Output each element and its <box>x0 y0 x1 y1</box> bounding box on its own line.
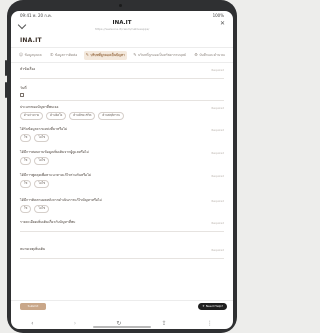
browser-header: INA.IT https://www.ina.it/cwsm/nativeapp… <box>11 20 233 34</box>
side-button <box>5 60 7 76</box>
calendar-icon[interactable] <box>20 93 24 97</box>
tab-label: บันทึกและคำนวณ <box>199 52 225 57</box>
required-tag: Required <box>211 127 224 132</box>
required-tag: Required <box>211 247 224 252</box>
edit-icon: ✎ <box>133 52 137 57</box>
tab-label: ข้อมูลการติดต่อ <box>54 52 78 57</box>
tab-bar: ☺ ข้อมูลบุคคล ✆ ข้อมูลการติดต่อ ✎ บริบทที่ถ… <box>11 49 233 61</box>
browser-title-block: INA.IT https://www.ina.it/cwsm/nativeapp… <box>11 20 233 31</box>
option-no[interactable]: ไม่ใช่ <box>34 134 50 142</box>
required-tag: Required <box>211 105 224 110</box>
status-bar: 09:41 พ. 20 ก.ค. 100% <box>11 11 233 20</box>
input-underline <box>20 100 224 101</box>
forward-icon[interactable]: › <box>74 320 76 327</box>
field-label: ได้รับข้อมูลจากแหล่งที่มาหรือไม่ <box>20 127 68 131</box>
input-underline <box>20 258 224 259</box>
page-url: https://www.ina.it/cwsm/nativeapps/ <box>94 27 150 31</box>
option-group: ใช่ ไม่ใช่ <box>20 180 50 188</box>
share-icon[interactable]: ⇪ <box>162 320 167 327</box>
required-tag: Required <box>211 220 224 225</box>
tab-person[interactable]: ☺ ข้อมูลบุคคล <box>17 51 44 60</box>
divider <box>11 47 233 48</box>
required-tag: Required <box>211 173 224 178</box>
tab-problem-context[interactable]: ✎ บริบทที่ถูกมองเป็นปัญหา <box>83 50 127 60</box>
field-label: หัวข้อเรื่อง <box>20 67 36 71</box>
option-pill[interactable]: ด้านร่างกาย <box>20 112 44 120</box>
field-label: วันที่ <box>20 86 27 90</box>
submit-button[interactable]: Submit <box>20 303 46 310</box>
field-label: หมายเหตุเพิ่มเติม <box>20 247 46 251</box>
option-pill[interactable]: ด้านจิตใจ <box>46 112 67 120</box>
option-yes[interactable]: ใช่ <box>20 134 32 142</box>
screen: 09:41 พ. 20 ก.ค. 100% INA.IT https://www… <box>11 11 233 329</box>
option-pill[interactable]: ด้านทักษะชีวิต <box>69 112 96 120</box>
field-label: รายละเอียดเพิ่มเติมเกี่ยวกับปัญหาที่พบ <box>20 220 76 224</box>
tab-resource-context[interactable]: ✎ บริบทที่ถูกมองเป็นทรัพยากรมนุษย์ <box>131 51 188 60</box>
help-button[interactable]: ✈ Need Help? <box>198 303 227 310</box>
tab-label: บริบทที่ถูกมองเป็นทรัพยากรมนุษย์ <box>138 52 186 57</box>
camera-dot <box>119 4 122 7</box>
tab-label: บริบทที่ถูกมองเป็นปัญหา <box>90 52 125 57</box>
divider <box>11 300 233 301</box>
home-indicator <box>93 326 151 328</box>
edit-icon: ✎ <box>85 52 89 57</box>
option-group: ใช่ ไม่ใช่ <box>20 205 50 213</box>
field-label: ได้มีการพูดคุยเพื่อหาแนวทางแก้ไขร่วมกันห… <box>20 173 92 177</box>
help-label: Need Help? <box>205 304 223 308</box>
field-label: ได้มีการติดตามผลหลังจากดำเนินการแก้ไขปัญ… <box>20 198 102 202</box>
status-time: 09:41 พ. 20 ก.ค. <box>20 13 52 18</box>
battery-text: 100% <box>212 13 224 18</box>
field-label: ได้มีการสอบถามข้อมูลเพิ่มเติมจากผู้ดูแลห… <box>20 150 89 154</box>
side-button <box>233 40 235 60</box>
phone-icon: ✆ <box>49 52 54 57</box>
close-icon[interactable]: ✕ <box>220 21 225 27</box>
option-group: ด้านร่างกาย ด้านจิตใจ ด้านทักษะชีวิต ด้า… <box>20 112 125 120</box>
field-label: ประเภทของปัญหาที่พบเจอ <box>20 105 59 109</box>
input-underline <box>20 231 224 232</box>
tab-save-calc[interactable]: ⚙ บันทึกและคำนวณ <box>192 51 227 60</box>
option-pill[interactable]: ด้านพฤติกรรม <box>98 112 125 120</box>
option-no[interactable]: ไม่ใช่ <box>34 180 50 188</box>
gear-icon: ⚙ <box>194 52 198 57</box>
option-yes[interactable]: ใช่ <box>20 180 32 188</box>
divider <box>11 62 233 63</box>
page-title: INA.IT <box>112 20 132 26</box>
option-yes[interactable]: ใช่ <box>20 205 32 213</box>
required-tag: Required <box>211 198 224 203</box>
option-no[interactable]: ไม่ใช่ <box>34 157 50 165</box>
option-group: ใช่ ไม่ใช่ <box>20 134 50 142</box>
option-group: ใช่ ไม่ใช่ <box>20 157 50 165</box>
tab-contact[interactable]: ✆ ข้อมูลการติดต่อ <box>48 51 79 60</box>
side-button <box>5 82 7 98</box>
input-underline <box>20 78 224 79</box>
required-tag: Required <box>211 150 224 155</box>
user-icon: ☺ <box>19 52 24 57</box>
more-icon[interactable]: ⋮ <box>207 320 213 327</box>
required-tag: Required <box>211 67 224 72</box>
option-no[interactable]: ไม่ใช่ <box>34 205 50 213</box>
footer: Submit ✈ Need Help? <box>11 303 233 315</box>
brand-logo: INA.IT <box>20 37 42 44</box>
back-icon[interactable]: ‹ <box>31 320 33 327</box>
tab-label: ข้อมูลบุคคล <box>24 52 42 57</box>
option-yes[interactable]: ใช่ <box>20 157 32 165</box>
